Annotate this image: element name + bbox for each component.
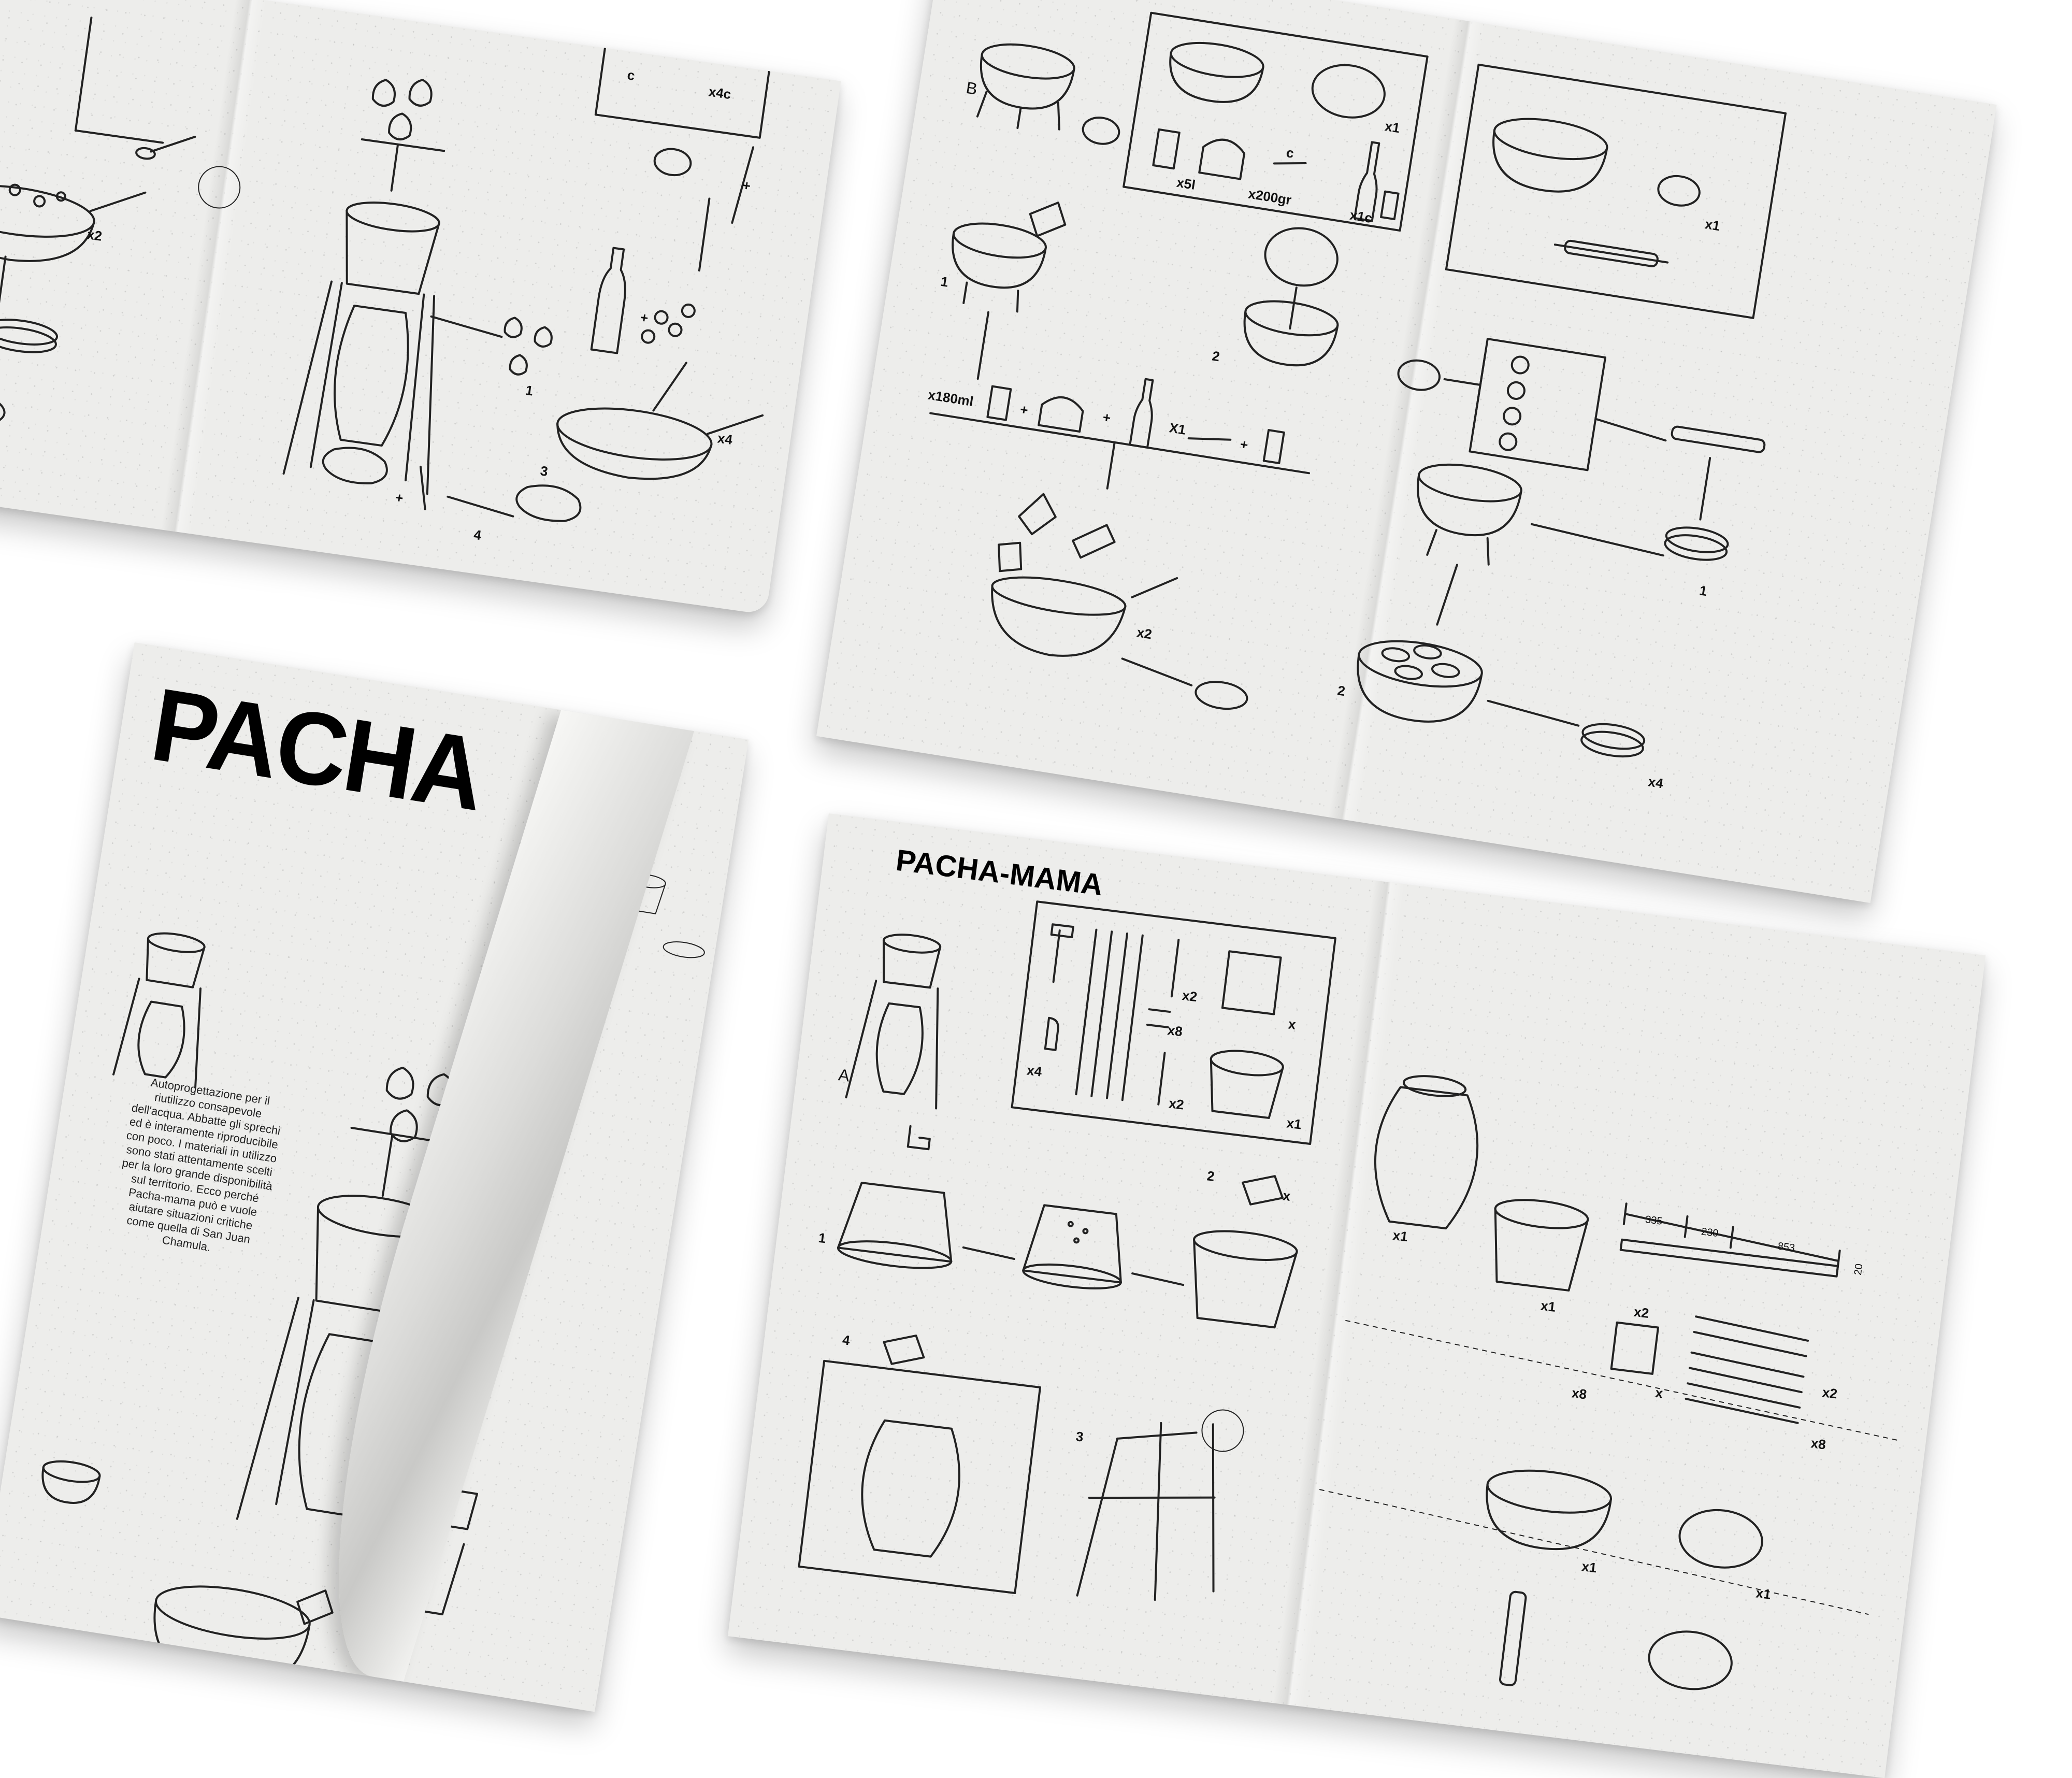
label: x8 xyxy=(1571,1385,1588,1402)
label: x4c xyxy=(708,83,732,103)
label: x8 xyxy=(1167,1022,1184,1040)
illustrations-bottom-right xyxy=(798,900,1901,1690)
label: x1 xyxy=(1539,1297,1557,1315)
label: x4 xyxy=(716,430,734,448)
sheet-top-right: B x5l x200gr c x1 x1c 1 2 x180ml X1 x2 x… xyxy=(816,0,1997,904)
label: x1 xyxy=(1392,1227,1409,1245)
label: x2 xyxy=(1821,1384,1838,1402)
label: x5l xyxy=(1175,174,1197,193)
label: x2 xyxy=(1168,1095,1185,1113)
sheet-bottom-right: PACHA-MAMA A x2 x8 x x4 x2 x1 1 2 x 3 4 … xyxy=(728,813,1986,1778)
step-letter: A xyxy=(837,1065,851,1085)
illustrations-top-right xyxy=(929,11,1787,758)
sheet-top-left: x2 x4 x4 1 3 4 c x4c + + + xyxy=(0,0,841,615)
dimension-label: 20 xyxy=(1852,1263,1865,1276)
label: x4 xyxy=(1026,1062,1043,1080)
dimension-label: 230 xyxy=(1700,1226,1719,1240)
dimension-label: 335 xyxy=(1644,1214,1663,1227)
label: x1 xyxy=(1704,216,1721,234)
label: x2 xyxy=(86,226,103,244)
sheet-bottom-left: PACHA Autoprogettazione per il riutilizz… xyxy=(0,642,749,1712)
label: x1 xyxy=(1755,1585,1772,1602)
label: x4 xyxy=(1647,773,1664,792)
label: x1 xyxy=(1285,1115,1303,1132)
label: x2 xyxy=(1135,624,1153,642)
label: x2 xyxy=(1181,987,1198,1005)
label: x1 xyxy=(1384,118,1401,136)
label: X1 xyxy=(1168,420,1187,438)
cover-description: Autoprogettazione per il riutilizzo cons… xyxy=(121,1076,282,1254)
label: x1 xyxy=(1580,1558,1598,1576)
label: x1c xyxy=(1348,207,1374,226)
label: x8 xyxy=(1810,1435,1827,1453)
label: x2 xyxy=(1633,1303,1650,1322)
dimension-label: 853 xyxy=(1777,1240,1796,1254)
